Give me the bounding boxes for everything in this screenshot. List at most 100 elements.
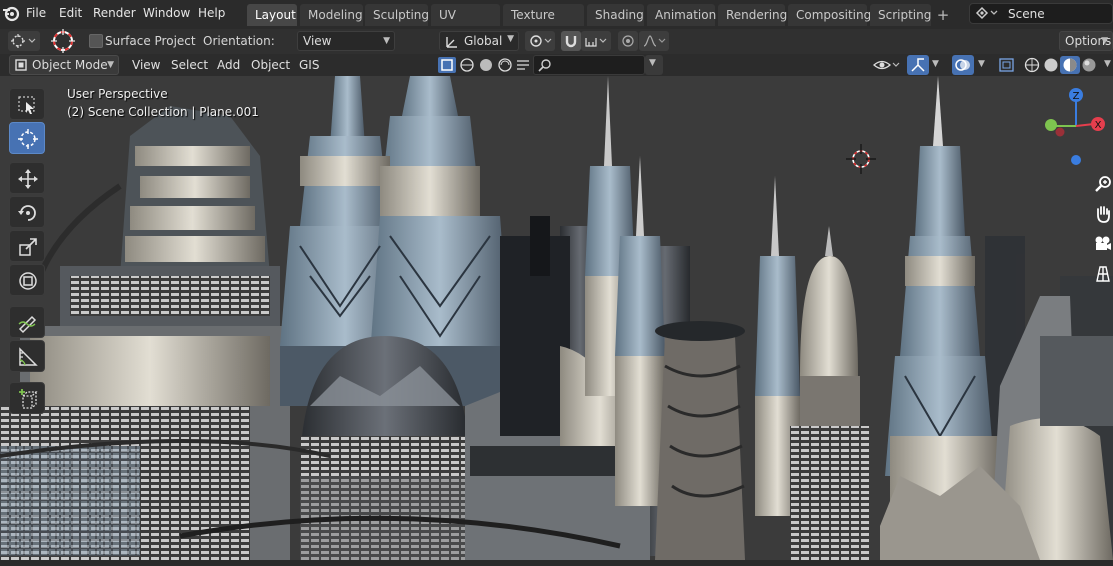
xray-toggle-icon[interactable]: [998, 57, 1016, 73]
chevron-down-icon: ▼: [107, 60, 114, 70]
move-icon: [18, 169, 38, 189]
falloff-dropdown[interactable]: [639, 31, 669, 51]
annotate-pencil-icon: [18, 315, 37, 334]
select-box-tool[interactable]: [9, 88, 45, 120]
tab-animation[interactable]: Animation: [647, 4, 716, 26]
chevron-down-icon: ▼: [1101, 36, 1108, 46]
magnet-icon: [565, 36, 577, 48]
annotate-tool[interactable]: [9, 306, 45, 338]
orientation-dropdown[interactable]: View ▼: [297, 31, 395, 51]
pivot-icon: [530, 35, 552, 47]
scene-selector[interactable]: Scene: [969, 3, 1113, 24]
menu-file[interactable]: File: [26, 6, 46, 20]
overlay-icon: [955, 59, 970, 71]
axis-gizmo-icon: Z X: [1045, 88, 1105, 165]
snap-target-dropdown[interactable]: [581, 31, 611, 51]
top-bar: File Edit Render Window Help Layout Mode…: [0, 0, 1113, 44]
proportional-icon: [622, 35, 634, 47]
menu-object[interactable]: Object: [251, 58, 290, 72]
perspective-grid-icon[interactable]: [1093, 264, 1113, 284]
surface-project-checkbox[interactable]: [89, 34, 103, 48]
city-scene-render: [0, 76, 1113, 560]
tab-layout[interactable]: Layout: [247, 4, 297, 26]
snap-toggle[interactable]: [561, 31, 581, 51]
move-tool[interactable]: [9, 162, 45, 194]
rotate-icon: [18, 205, 36, 221]
status-bar: [0, 560, 1113, 566]
gizmo-icon: [911, 58, 925, 72]
gizmo-toggle[interactable]: [907, 55, 929, 75]
options-dropdown[interactable]: Options ▼: [1059, 31, 1113, 51]
cursor-tool[interactable]: [9, 122, 45, 154]
rotate-tool[interactable]: [9, 196, 45, 228]
collection-label: (2) Scene Collection | Plane.001: [67, 105, 259, 119]
chevron-down-icon: ▼: [383, 36, 390, 46]
chevron-down-icon[interactable]: ▼: [932, 59, 939, 69]
scene-name: Scene: [1008, 7, 1045, 21]
cursor-tool-icon: [11, 34, 36, 48]
tab-scripting[interactable]: Scripting: [870, 4, 931, 26]
snap-increment-icon: [585, 38, 607, 47]
scene-icon: [975, 6, 998, 20]
transform-orientation-dropdown[interactable]: Global ▼: [439, 31, 519, 51]
camera-view-icon[interactable]: [1093, 234, 1113, 254]
visibility-dropdown-icon[interactable]: [872, 56, 904, 74]
cursor-icon: [18, 129, 38, 149]
overlay-toggle[interactable]: [952, 55, 974, 75]
transform-icon: [19, 272, 37, 290]
scale-tool[interactable]: [9, 230, 45, 262]
tool-cursor-dropdown[interactable]: [8, 31, 40, 51]
mode-value: Object Mode: [32, 58, 108, 72]
pan-hand-icon[interactable]: [1093, 204, 1113, 224]
menu-window[interactable]: Window: [143, 6, 190, 20]
perspective-label: User Perspective: [67, 87, 168, 101]
gizmo-z-label: Z: [1073, 91, 1080, 102]
3d-viewport[interactable]: User Perspective (2) Scene Collection | …: [0, 76, 1113, 560]
transform-orientation-value: Global: [464, 34, 503, 48]
measure-tool[interactable]: [9, 340, 45, 372]
tab-shading[interactable]: Shading: [587, 4, 644, 26]
menu-render[interactable]: Render: [93, 6, 136, 20]
pivot-point-dropdown[interactable]: [525, 31, 555, 51]
add-cube-tool[interactable]: [9, 382, 45, 414]
tab-compositing[interactable]: Compositing: [788, 4, 871, 26]
menu-gis[interactable]: GIS: [299, 58, 319, 72]
orientation-value: View: [303, 34, 332, 48]
3d-cursor-marker[interactable]: [846, 144, 876, 174]
zoom-icon[interactable]: [1093, 174, 1113, 194]
mode-dropdown[interactable]: Object Mode ▼: [9, 55, 119, 75]
measure-icon: [19, 347, 38, 366]
menu-view[interactable]: View: [132, 58, 160, 72]
search-input[interactable]: [533, 55, 645, 75]
proportional-editing-toggle[interactable]: [618, 31, 638, 51]
navigation-gizmo[interactable]: Z X: [1040, 86, 1113, 166]
chevron-down-icon: ▼: [649, 58, 656, 68]
shading-mode-icons[interactable]: [1022, 56, 1102, 74]
global-axes-icon: [446, 37, 457, 48]
menu-help[interactable]: Help: [198, 6, 225, 20]
filter-dropdown[interactable]: ▼: [645, 55, 663, 75]
select-mode-icons[interactable]: [437, 56, 535, 74]
blender-logo-icon[interactable]: [2, 4, 20, 22]
scale-icon: [19, 238, 37, 256]
add-workspace-button[interactable]: +: [934, 4, 952, 26]
chevron-down-icon[interactable]: ▼: [1104, 59, 1111, 69]
chevron-down-icon[interactable]: ▼: [978, 59, 985, 69]
tab-texture-paint[interactable]: Texture Paint: [503, 4, 584, 44]
tab-modeling[interactable]: Modeling: [300, 4, 363, 26]
select-box-icon: [18, 96, 35, 114]
transform-tool[interactable]: [9, 264, 45, 296]
search-icon: [538, 59, 551, 72]
surface-project-label: Surface Project: [105, 34, 196, 48]
3d-cursor-icon[interactable]: [49, 27, 77, 55]
viewport-header: Object Mode ▼ View Select Add Object GIS…: [0, 54, 1113, 76]
menu-add[interactable]: Add: [217, 58, 240, 72]
menu-select[interactable]: Select: [171, 58, 208, 72]
gizmo-x-label: X: [1095, 120, 1102, 131]
object-mode-icon: [15, 59, 27, 71]
tab-sculpting[interactable]: Sculpting: [365, 4, 429, 26]
tab-uv-editing[interactable]: UV Editing: [431, 4, 500, 44]
tab-rendering[interactable]: Rendering: [718, 4, 787, 26]
falloff-curve-icon: [643, 35, 666, 47]
menu-edit[interactable]: Edit: [59, 6, 82, 20]
